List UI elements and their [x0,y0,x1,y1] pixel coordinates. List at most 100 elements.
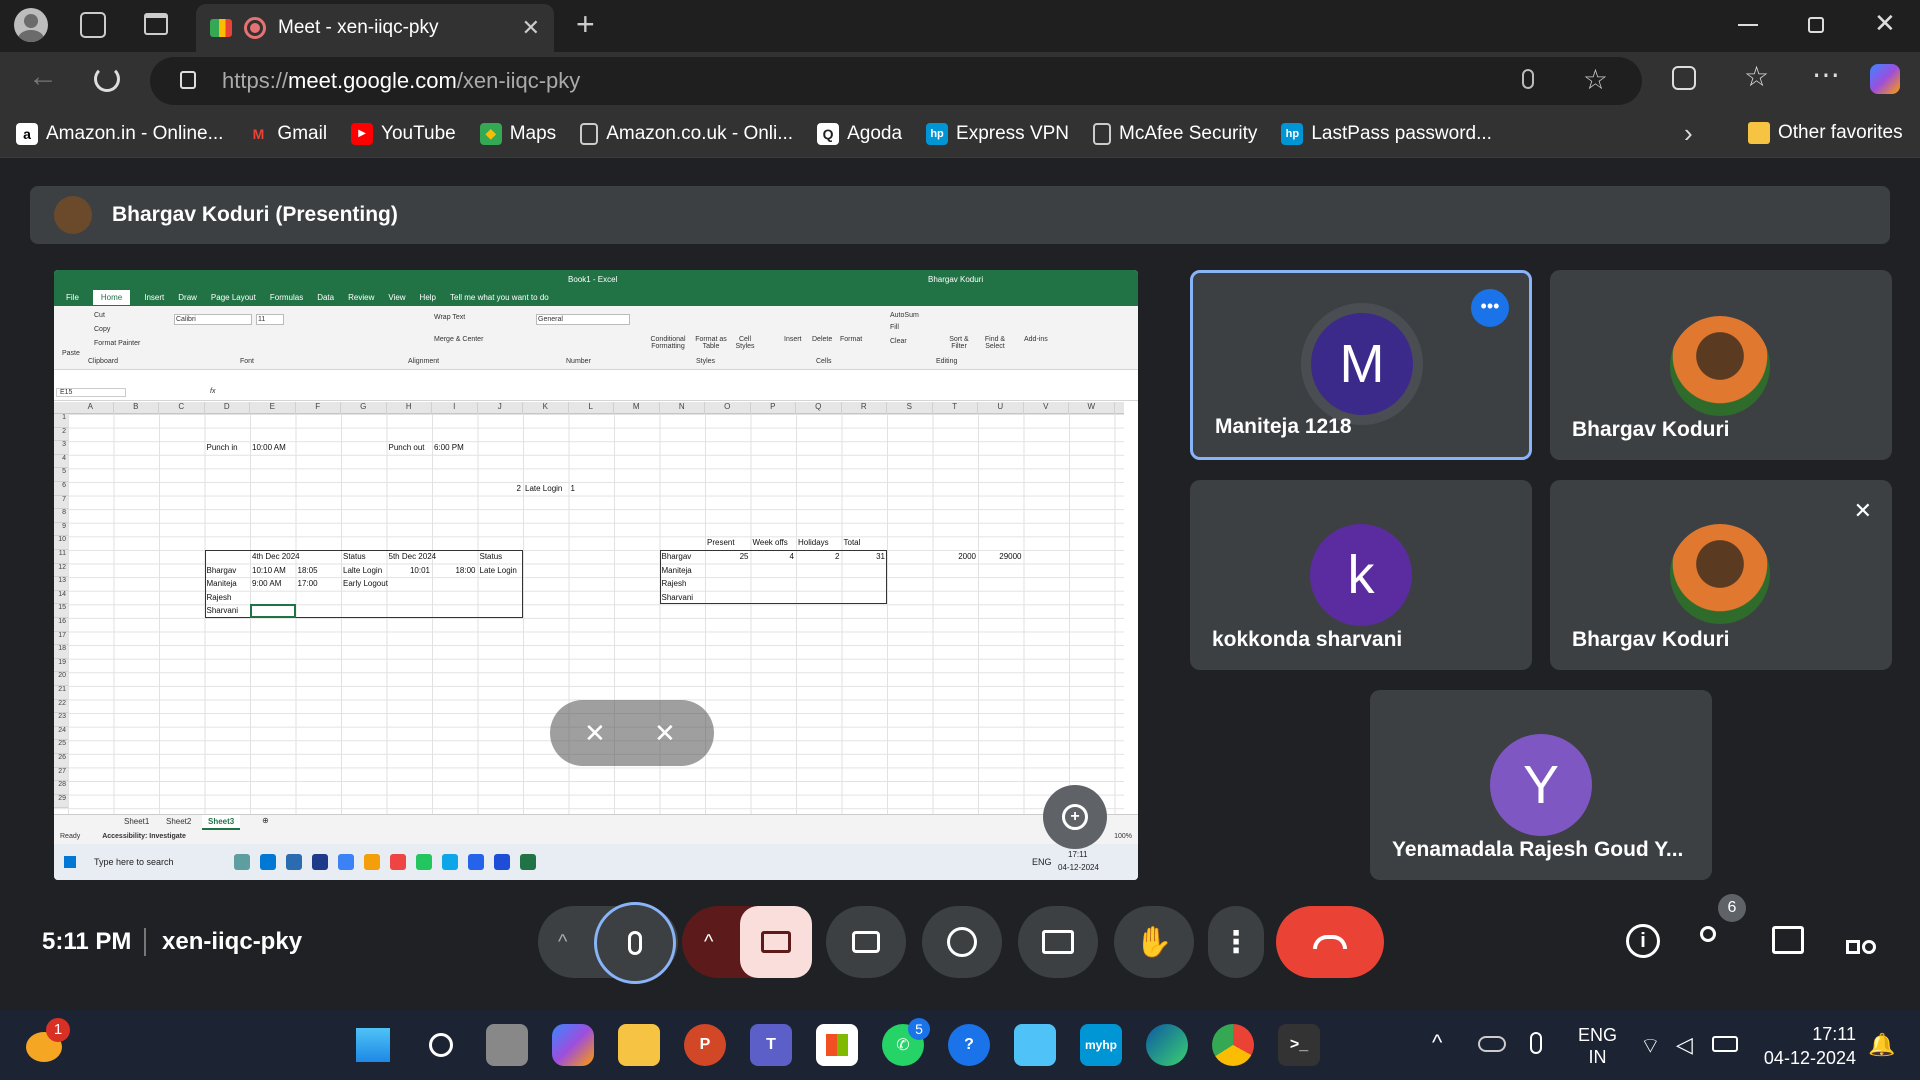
row-header-29[interactable]: 29 [54,794,68,809]
start-icon[interactable] [352,1024,394,1066]
row-header-23[interactable]: 23 [54,713,68,727]
cell[interactable]: Total [844,537,886,549]
row-header-16[interactable]: 16 [54,618,68,632]
row-header-27[interactable]: 27 [54,767,68,782]
row-header-17[interactable]: 17 [54,631,68,646]
column-header-c[interactable]: C [159,402,205,414]
excel-tab-draw[interactable]: Draw [178,293,197,302]
mic-icon[interactable] [1522,69,1534,89]
star-icon[interactable]: ☆ [1583,63,1608,96]
row-header-8[interactable]: 8 [54,509,68,523]
format-cells-button[interactable]: Format [840,336,862,343]
tab-meet[interactable]: Meet - xen-iiqc-pky ✕ [196,4,554,52]
task-view-icon[interactable] [486,1024,528,1066]
address-bar[interactable]: https://meet.google.com/xen-iiqc-pky ☆ [150,57,1642,105]
sheet-tab-3[interactable]: Sheet3 [202,815,241,830]
participant-tile-bhargav-2[interactable]: ✕ Bhargav Koduri [1550,480,1892,670]
column-header-g[interactable]: G [341,402,387,414]
row-header-4[interactable]: 4 [54,454,68,469]
lock-icon[interactable] [180,71,196,89]
row-header-20[interactable]: 20 [54,672,68,686]
format-as-table-button[interactable]: Format as Table [694,336,728,350]
participant-tile-sharvani[interactable]: k kokkonda sharvani [1190,480,1532,670]
leave-call-button[interactable] [1276,906,1384,978]
format-painter-button[interactable]: Format Painter [94,340,140,347]
cell[interactable]: 25 [707,551,749,563]
lang-indicator[interactable]: ENG IN [1578,1024,1617,1068]
powerpoint-icon[interactable]: P [684,1024,726,1066]
chat-button[interactable] [1772,926,1804,954]
function-icon[interactable]: fx [210,388,215,395]
insert-cells-button[interactable]: Insert [784,336,802,343]
sort-filter-button[interactable]: Sort & Filter [944,336,974,350]
autosum-button[interactable]: AutoSum [890,312,919,319]
cut-button[interactable]: Cut [94,312,105,319]
cell[interactable]: 18:00 [434,565,475,577]
row-header-15[interactable]: 15 [54,604,68,618]
zoom-level[interactable]: 100% [1114,830,1132,844]
cell[interactable]: 4 [753,551,794,563]
paste-button[interactable]: Paste [62,350,80,357]
participant-tile-maniteja[interactable]: M ••• Maniteja 1218 [1190,270,1532,460]
mic-tray-icon[interactable] [1530,1032,1542,1054]
add-sheet-icon[interactable]: ⊕ [262,816,269,825]
row-header-25[interactable]: 25 [54,740,68,754]
excel-tab-review[interactable]: Review [348,293,374,302]
reactions-button[interactable] [922,906,1002,978]
column-header-q[interactable]: Q [796,402,842,414]
cell[interactable]: Present [707,537,749,549]
cell[interactable]: 6:00 PM [434,442,476,454]
excel-tab-page-layout[interactable]: Page Layout [211,293,256,302]
excel-tab-data[interactable]: Data [317,293,334,302]
cell[interactable]: 10:01 [389,565,430,577]
bookmark-lastpass[interactable]: hp LastPass password... [1281,122,1492,145]
status-accessibility[interactable]: Accessibility: Investigate [102,833,186,840]
column-header-v[interactable]: V [1024,402,1069,414]
restore-icon[interactable] [1808,17,1824,33]
bookmark-gmail[interactable]: M Gmail [247,123,327,145]
cell[interactable]: 10:00 AM [252,442,294,454]
help-icon[interactable]: ? [948,1024,990,1066]
close-tab-icon[interactable]: ✕ [522,15,540,41]
font-size-select[interactable]: 11 [256,314,284,325]
extensions-icon[interactable] [1672,66,1696,90]
excel-tell-me[interactable]: Tell me what you want to do [450,293,549,302]
search-icon[interactable] [420,1024,462,1066]
favorites-icon[interactable]: ☆ [1744,60,1769,93]
excel-tab-home[interactable]: Home [92,289,131,305]
row-header-5[interactable]: 5 [54,468,68,482]
tray-chevron-icon[interactable]: ^ [1432,1030,1442,1056]
battery-icon[interactable] [1712,1036,1738,1052]
column-header-l[interactable]: L [569,402,614,414]
chrome-icon[interactable] [1212,1024,1254,1066]
copilot-icon[interactable] [1870,64,1900,94]
people-button[interactable]: 6 [1696,894,1746,960]
notepad-icon[interactable] [1014,1024,1056,1066]
row-header-18[interactable]: 18 [54,645,68,659]
cell[interactable]: 10:10 AM [252,565,294,577]
merge-center-button[interactable]: Merge & Center [434,336,483,343]
cell[interactable]: Late Login [480,565,522,577]
column-header-d[interactable]: D [205,402,250,414]
bookmark-mcafee[interactable]: McAfee Security [1093,122,1257,145]
cell[interactable]: Early Logout [343,578,388,590]
cell[interactable]: 31 [844,551,885,563]
wifi-icon[interactable]: ⌔ [1640,1032,1661,1060]
column-header-w[interactable]: W [1069,402,1115,414]
row-header-11[interactable]: 11 [54,550,68,564]
row-header-28[interactable]: 28 [54,781,68,795]
audio-options-chevron-icon[interactable]: ^ [558,931,567,954]
column-header-p[interactable]: P [751,402,796,414]
row-header-19[interactable]: 19 [54,658,68,673]
row-header-1[interactable]: 1 [54,414,68,428]
column-header-a[interactable]: A [68,402,114,414]
cell[interactable]: Sharvani [662,592,704,604]
raise-hand-button[interactable]: ✋ [1114,906,1194,978]
excel-tab-help[interactable]: Help [420,293,436,302]
bookmark-other-favorites[interactable]: Other favorites [1748,122,1903,144]
cell[interactable]: 2 [480,483,521,495]
column-header-m[interactable]: M [614,402,660,414]
mute-share-audio-icon[interactable]: ✕ [654,718,676,749]
excel-tab-view[interactable]: View [388,293,405,302]
cell[interactable]: Maniteja [207,578,249,590]
